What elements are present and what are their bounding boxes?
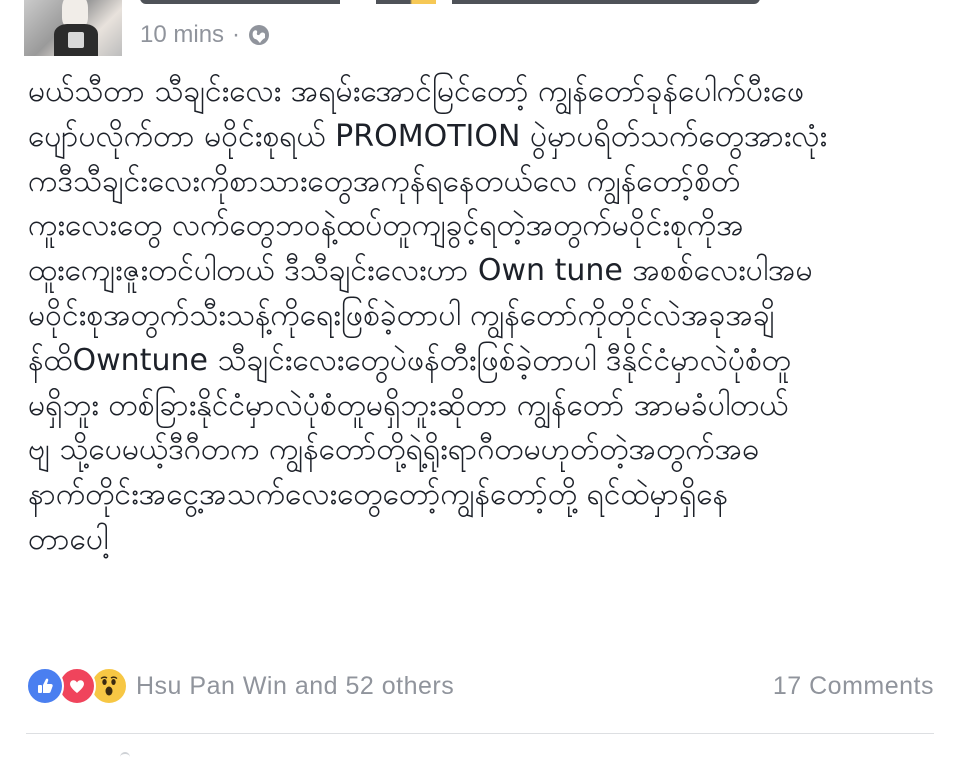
comments-count[interactable]: 17 Comments [773,672,934,701]
post-header: 10 mins · [0,0,960,60]
post-body: မယ်သီတာ သီချင်းလေး အရမ်းအောင်မြင်တော့် က… [28,70,936,563]
avatar-detail [68,32,84,48]
post-body-line: ဗျ သို့ပေမယ့်ဒီဂီတက ကျွန်တော်တို့ရဲ့ရိုး… [28,432,760,468]
avatar[interactable] [24,0,122,56]
globe-icon[interactable] [248,24,270,46]
next-post-hint [120,752,130,762]
post-body-line: ကူးလေးတွေ လက်တွေဘဝနဲ့ထပ်တူကျခွင့်ရတဲ့အတွ… [28,208,744,244]
post-body-line: တာပေါ့ [28,521,109,557]
divider [26,733,934,734]
reactions-summary[interactable]: Hsu Pan Win and 52 others [136,672,454,701]
post-body-line: မရှိဘူး တစ်ခြားနိုင်ငံမှာလဲပုံစံတူမရှိဘူ… [28,387,789,423]
post-body-line: ကဒီသီချင်းလေးကိုစာသားတွေအကုန်ရနေတယ်လေ ကျ… [28,163,741,199]
like-icon[interactable] [26,667,64,705]
post-body-line: နာက်တိုင်းအငွေ့အသက်လေးတွေတော့်ကျွန်တော့်… [28,477,729,513]
post-timestamp[interactable]: 10 mins [140,21,224,49]
reactions-bar: Hsu Pan Win and 52 others 17 Comments [26,666,934,706]
meta-separator: · [232,21,241,48]
author-name-cropped[interactable] [140,0,760,4]
post-body-line: ပျော်ပလိုက်တာ မဝိုင်းစုရယ် PROMOTION ပွဲ… [28,118,828,154]
post-meta: 10 mins · [140,20,270,50]
post-body-line: ထူးကျေးဇူးတင်ပါတယ် ဒီသီချင်းလေးဟာ Own tu… [28,253,813,289]
post-body-line: မယ်သီတာ သီချင်းလေး အရမ်းအောင်မြင်တော့် က… [28,74,805,109]
post-body-line: န်ထိOwntune သီချင်းလေးတွေပဲဖန်တီးဖြစ်ခဲ့… [28,342,792,378]
post-body-line: မဝိုင်းစုအတွက်သီးသန့်ကိုရေးဖြစ်ခဲ့တာပါ က… [28,297,775,333]
reaction-icons[interactable] [26,667,128,705]
